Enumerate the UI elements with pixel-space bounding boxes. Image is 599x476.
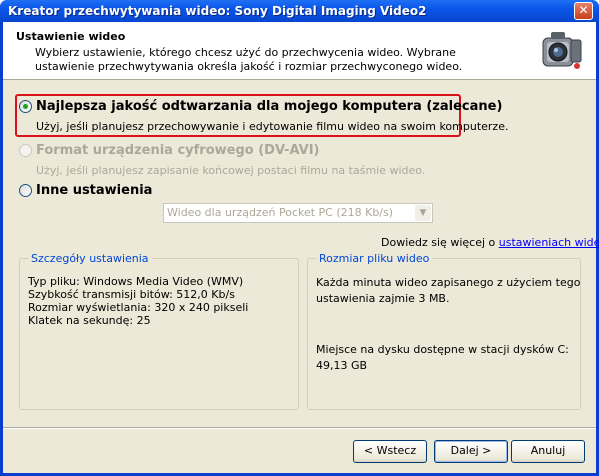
other-settings-select-value: Wideo dla urządzeń Pocket PC (218 Kb/s): [167, 206, 394, 219]
file-size-description: Każda minuta wideo zapisanego z użyciem …: [316, 275, 580, 307]
next-button[interactable]: Dalej >: [434, 440, 508, 463]
file-size-line2: ustawienia zajmie 3 MB.: [316, 292, 450, 305]
close-button[interactable]: ✕: [574, 2, 593, 20]
footer-divider: [3, 427, 596, 429]
detail-frame-rate: Klatek na sekundę: 25: [28, 314, 151, 327]
detail-file-type: Typ pliku: Windows Media Video (WMV): [28, 275, 244, 288]
more-info-line: Dowiedz się więcej o ustawieniach wideo.: [381, 236, 599, 249]
cancel-button[interactable]: Anuluj: [511, 440, 585, 463]
other-settings-select[interactable]: Wideo dla urządzeń Pocket PC (218 Kb/s) …: [163, 203, 433, 223]
option-best-quality-description: Użyj, jeśli planujesz przechowywanie i e…: [36, 120, 509, 133]
option-best-quality-label[interactable]: Najlepsza jakość odtwarzania dla mojego …: [36, 99, 502, 114]
more-info-text: Dowiedz się więcej o: [381, 236, 496, 249]
disk-space-label: Miejsce na dysku dostępne w stacji dyskó…: [316, 343, 569, 356]
chevron-down-icon[interactable]: ▼: [415, 205, 431, 221]
radio-other-settings[interactable]: [19, 184, 32, 197]
detail-bitrate: Szybkość transmisji bitów: 512,0 Kb/s: [28, 288, 235, 301]
setting-details-body: Typ pliku: Windows Media Video (WMV) Szy…: [28, 275, 248, 327]
dialog-window: Kreator przechwytywania wideo: Sony Digi…: [0, 0, 599, 476]
setting-details-group: Szczegóły ustawienia Typ pliku: Windows …: [19, 252, 299, 410]
page-description: Wybierz ustawienie, którego chcesz użyć …: [35, 46, 463, 73]
wizard-header: Ustawienie wideo Wybierz ustawienie, któ…: [3, 22, 596, 80]
option-dv-avi-label[interactable]: Format urządzenia cyfrowego (DV-AVI): [36, 143, 320, 158]
window-title: Kreator przechwytywania wideo: Sony Digi…: [8, 4, 427, 18]
dialog-client-area: Ustawienie wideo Wybierz ustawienie, któ…: [3, 22, 599, 473]
video-settings-link[interactable]: ustawieniach wideo.: [499, 236, 599, 249]
camcorder-icon: [542, 32, 582, 69]
option-dv-avi[interactable]: Format urządzenia cyfrowego (DV-AVI): [19, 143, 320, 158]
option-best-quality[interactable]: Najlepsza jakość odtwarzania dla mojego …: [19, 99, 502, 114]
radio-dv-avi[interactable]: [19, 144, 32, 157]
option-dv-avi-description: Użyj, jeśli planujesz zapisanie końcowej…: [36, 164, 426, 177]
radio-best-quality[interactable]: [19, 100, 32, 113]
back-button[interactable]: < Wstecz: [353, 440, 427, 463]
file-size-line1: Każda minuta wideo zapisanego z użyciem …: [316, 276, 581, 289]
page-title: Ustawienie wideo: [16, 30, 126, 43]
video-file-size-group: Rozmiar pliku wideo Każda minuta wideo z…: [307, 252, 581, 410]
title-bar[interactable]: Kreator przechwytywania wideo: Sony Digi…: [0, 0, 599, 22]
disk-space-info: Miejsce na dysku dostępne w stacji dyskó…: [316, 342, 569, 374]
option-other-settings[interactable]: Inne ustawienia: [19, 183, 152, 198]
setting-details-title: Szczegóły ustawienia: [28, 252, 152, 265]
detail-display-size: Rozmiar wyświetlania: 320 x 240 pikseli: [28, 301, 249, 314]
option-other-settings-label[interactable]: Inne ustawienia: [36, 183, 152, 198]
disk-space-value: 49,13 GB: [316, 359, 368, 372]
video-file-size-title: Rozmiar pliku wideo: [316, 252, 433, 265]
